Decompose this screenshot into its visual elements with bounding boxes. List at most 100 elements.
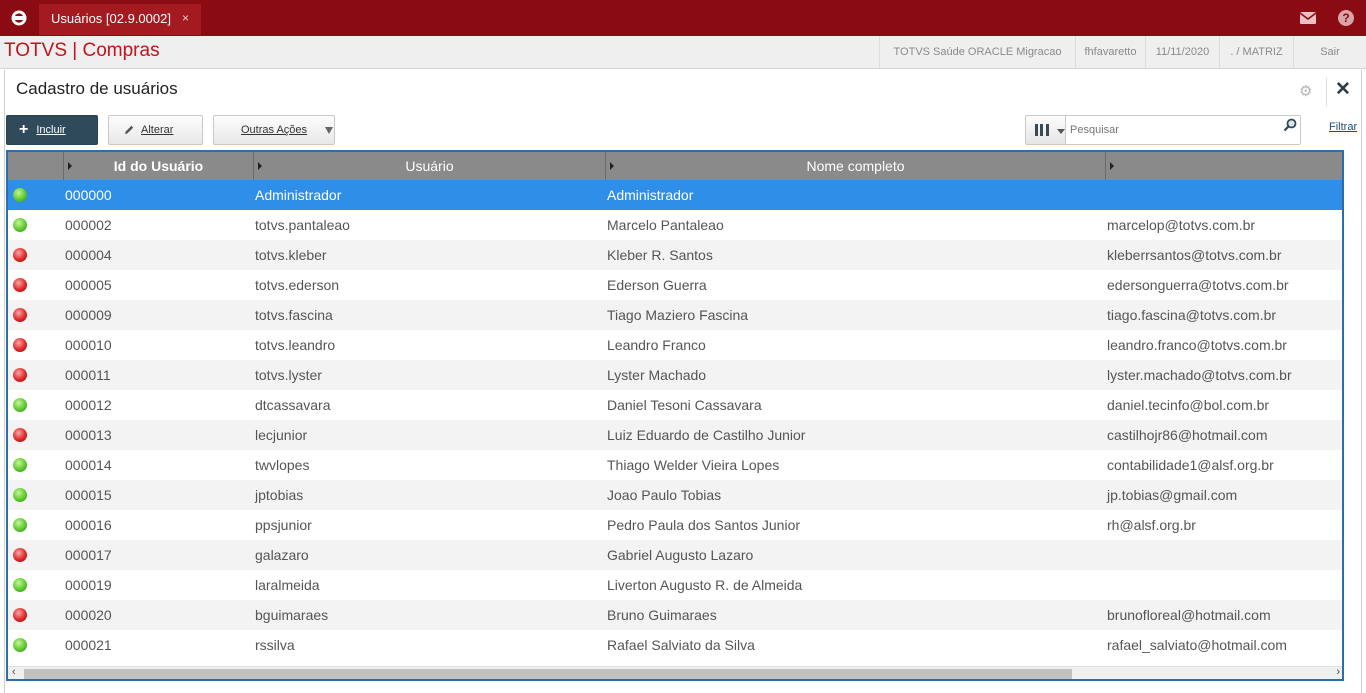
sort-icon xyxy=(1110,162,1114,170)
help-icon[interactable]: ? xyxy=(1338,10,1354,26)
table-row[interactable]: 000014 twvlopes Thiago Welder Vieira Lopes… xyxy=(8,450,1342,480)
status-red-icon xyxy=(13,368,27,382)
branch-label[interactable]: . / MATRIZ xyxy=(1219,36,1293,68)
search-input[interactable] xyxy=(1065,115,1301,145)
table-row[interactable]: 000020 bguimaraes Bruno Guimaraes brunoflor… xyxy=(8,600,1342,630)
column-header-usuario[interactable]: Usuário xyxy=(253,152,605,180)
user-id-cell: 000016 xyxy=(65,517,112,533)
full-name-cell: Ederson Guerra xyxy=(607,277,707,293)
user-id-cell: 000011 xyxy=(65,367,111,383)
email-cell: brunofloreal@hotmail.com xyxy=(1107,607,1271,623)
full-name-cell: Liverton Augusto R. de Almeida xyxy=(607,577,803,593)
table-row[interactable]: 000005 totvs.ederson Ederson Guerra ederson… xyxy=(8,270,1342,300)
email-cell: tiago.fascina@totvs.com.br xyxy=(1107,307,1277,323)
top-bar: Usuários [02.9.0002] × ? xyxy=(0,0,1366,36)
outras-acoes-button[interactable]: Outras Ações xyxy=(213,115,335,145)
mail-icon[interactable] xyxy=(1300,12,1316,24)
scroll-right-icon[interactable]: › xyxy=(1336,666,1340,678)
username-cell: totvs.pantaleao xyxy=(255,217,350,233)
username-cell: dtcassavara xyxy=(255,397,331,413)
table-row[interactable]: 000017 galazaro Gabriel Augusto Lazaro xyxy=(8,540,1342,570)
user-id-cell: 000010 xyxy=(65,337,112,353)
search-icon[interactable] xyxy=(1283,118,1297,132)
environment-label: TOTVS Saúde ORACLE Migracao xyxy=(879,36,1075,68)
full-name-cell: Luiz Eduardo de Castilho Junior xyxy=(607,427,806,443)
app-header: TOTVS | Compras TOTVS Saúde ORACLE Migra… xyxy=(0,36,1366,69)
username-cell: totvs.kleber xyxy=(255,247,327,263)
settings-icon[interactable]: ⚙ xyxy=(1299,82,1312,100)
scrollbar-thumb[interactable] xyxy=(24,669,1072,679)
table-row[interactable]: 000016 ppsjunior Pedro Paula dos Santos Ju… xyxy=(8,510,1342,540)
full-name-cell: Thiago Welder Vieira Lopes xyxy=(607,457,780,473)
columns-icon xyxy=(1035,124,1049,136)
table-row[interactable]: 000000 Administrador Administrador xyxy=(8,180,1342,210)
table-row[interactable]: 000012 dtcassavara Daniel Tesoni Cassavara… xyxy=(8,390,1342,420)
email-cell: jp.tobias@gmail.com xyxy=(1107,487,1238,503)
full-name-cell: Leandro Franco xyxy=(607,337,706,353)
full-name-cell: Bruno Guimaraes xyxy=(607,607,717,623)
full-name-cell: Daniel Tesoni Cassavara xyxy=(607,397,762,413)
email-cell: kleberrsantos@totvs.com.br xyxy=(1107,247,1282,263)
user-id-cell: 000009 xyxy=(65,307,112,323)
status-red-icon xyxy=(13,428,27,442)
full-name-cell: Administrador xyxy=(607,187,694,203)
user-id-cell: 000021 xyxy=(65,637,112,653)
users-grid: Id do Usuário Usuário Nome completo 0000… xyxy=(6,150,1344,681)
table-row[interactable]: 000013 lecjunior Luiz Eduardo de Castilho … xyxy=(8,420,1342,450)
column-header-id[interactable]: Id do Usuário xyxy=(63,152,253,180)
table-row[interactable]: 000004 totvs.kleber Kleber R. Santos kleber… xyxy=(8,240,1342,270)
logout-button[interactable]: Sair xyxy=(1293,36,1366,68)
table-row[interactable]: 000015 jptobias Joao Paulo Tobias jp.tobias… xyxy=(8,480,1342,510)
date-label: 11/11/2020 xyxy=(1145,36,1219,68)
user-id-cell: 000004 xyxy=(65,247,112,263)
tab-label: Usuários [02.9.0002] xyxy=(51,11,171,26)
alterar-button[interactable]: Alterar xyxy=(108,115,203,145)
tab-close-icon[interactable]: × xyxy=(182,4,189,33)
table-row[interactable]: 000009 totvs.fascina Tiago Maziero Fascina… xyxy=(8,300,1342,330)
page-title: Cadastro de usuários xyxy=(16,79,178,98)
status-red-icon xyxy=(13,248,27,262)
tab-usuarios[interactable]: Usuários [02.9.0002] × xyxy=(39,4,201,35)
user-id-cell: 000015 xyxy=(65,487,112,503)
columns-button[interactable] xyxy=(1025,115,1067,145)
user-id-cell: 000019 xyxy=(65,577,112,593)
table-row[interactable]: 000021 rssilva Rafael Salviato da Silva raf… xyxy=(8,630,1342,660)
full-name-cell: Marcelo Pantaleao xyxy=(607,217,724,233)
sort-icon xyxy=(68,162,72,170)
column-header-nome[interactable]: Nome completo xyxy=(605,152,1105,180)
totvs-logo-icon[interactable] xyxy=(10,9,28,27)
username-cell: ppsjunior xyxy=(255,517,312,533)
status-green-icon xyxy=(13,188,27,202)
column-header-status[interactable] xyxy=(8,152,63,180)
status-red-icon xyxy=(13,338,27,352)
table-row[interactable]: 000010 totvs.leandro Leandro Franco leandro… xyxy=(8,330,1342,360)
outras-acoes-label: Outras Ações xyxy=(241,124,308,136)
horizontal-scrollbar[interactable]: ‹ › xyxy=(8,666,1342,679)
user-id-cell: 000012 xyxy=(65,397,112,413)
email-cell: rh@alsf.org.br xyxy=(1107,517,1196,533)
pencil-icon xyxy=(125,125,134,135)
status-green-icon xyxy=(13,578,27,592)
table-row[interactable]: 000011 totvs.lyster Lyster Machado lyster.m… xyxy=(8,360,1342,390)
incluir-button[interactable]: + Incluir xyxy=(6,115,98,145)
status-green-icon xyxy=(13,458,27,472)
alterar-label: Alterar xyxy=(141,124,174,136)
plus-icon: + xyxy=(19,121,29,139)
close-icon[interactable]: ✕ xyxy=(1335,78,1351,101)
table-row[interactable]: 000019 laralmeida Liverton Augusto R. de A… xyxy=(8,570,1342,600)
status-green-icon xyxy=(13,398,27,412)
status-red-icon xyxy=(13,548,27,562)
full-name-cell: Tiago Maziero Fascina xyxy=(607,307,749,323)
chevron-down-icon xyxy=(1057,129,1065,134)
full-name-cell: Pedro Paula dos Santos Junior xyxy=(607,517,801,533)
filtrar-link[interactable]: Filtrar xyxy=(1329,121,1357,133)
username-cell: totvs.ederson xyxy=(255,277,340,293)
email-cell: leandro.franco@totvs.com.br xyxy=(1107,337,1287,353)
username-cell: rssilva xyxy=(255,637,295,653)
column-header-email[interactable] xyxy=(1105,152,1342,180)
scroll-left-icon[interactable]: ‹ xyxy=(12,666,16,678)
table-row[interactable]: 000002 totvs.pantaleao Marcelo Pantaleao ma… xyxy=(8,210,1342,240)
email-cell: daniel.tecinfo@bol.com.br xyxy=(1107,397,1270,413)
user-label: fhfavaretto xyxy=(1075,36,1145,68)
full-name-cell: Joao Paulo Tobias xyxy=(607,487,722,503)
